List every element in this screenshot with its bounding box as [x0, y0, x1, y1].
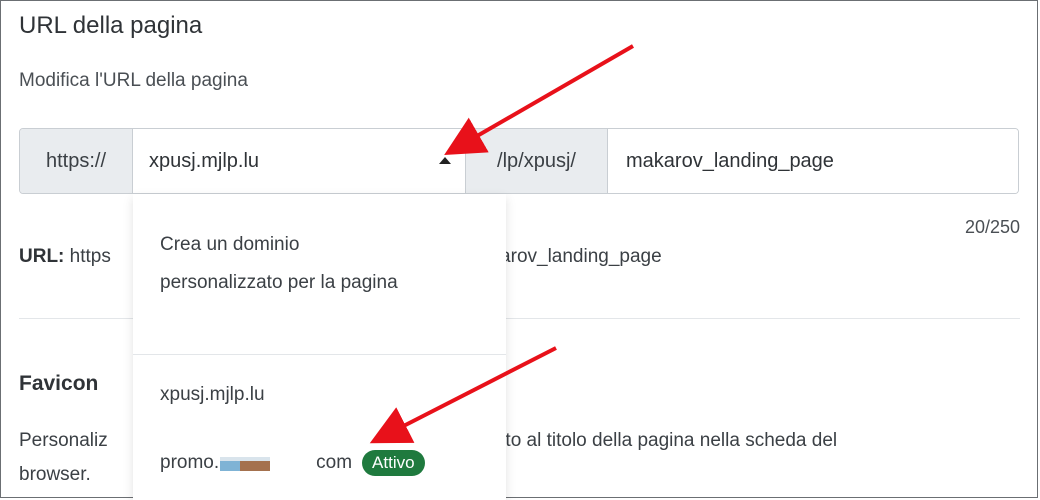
section-title: URL della pagina	[19, 12, 203, 39]
domain-option-promo-start: promo.	[160, 452, 220, 473]
domain-option-promo[interactable]: promo. com Attivo	[160, 450, 425, 476]
url-preview-start: https	[69, 246, 111, 267]
favicon-desc-line2: browser.	[19, 464, 91, 485]
domain-option-xpusj[interactable]: xpusj.mjlp.lu	[160, 384, 265, 406]
protocol-addon: https://	[20, 129, 133, 193]
domain-option-promo-end: com	[316, 452, 353, 473]
create-custom-domain-option[interactable]: Crea un dominio personalizzato per la pa…	[160, 226, 420, 302]
favicon-title: Favicon	[19, 372, 99, 395]
page-slug-input[interactable]	[608, 129, 1018, 193]
domain-select[interactable]: xpusj.mjlp.lu	[133, 129, 466, 193]
url-input-group: https:// xpusj.mjlp.lu /lp/xpusj/	[19, 128, 1019, 194]
char-counter: 20/250	[964, 217, 1020, 237]
domain-dropdown-menu: Crea un dominio personalizzato per la pa…	[133, 194, 506, 500]
favicon-desc-start: Personaliz	[19, 430, 108, 451]
favicon-desc-end: accanto al titolo della pagina nella sch…	[454, 430, 838, 451]
active-status-badge: Attivo	[362, 450, 425, 476]
domain-select-value: xpusj.mjlp.lu	[149, 149, 260, 172]
section-description: Modifica l'URL della pagina	[19, 70, 248, 91]
dropdown-separator	[133, 354, 506, 355]
url-preview-label: URL:	[19, 246, 65, 267]
caret-up-icon	[439, 157, 451, 164]
redaction-mask	[220, 457, 271, 471]
path-prefix-addon: /lp/xpusj/	[466, 129, 608, 193]
